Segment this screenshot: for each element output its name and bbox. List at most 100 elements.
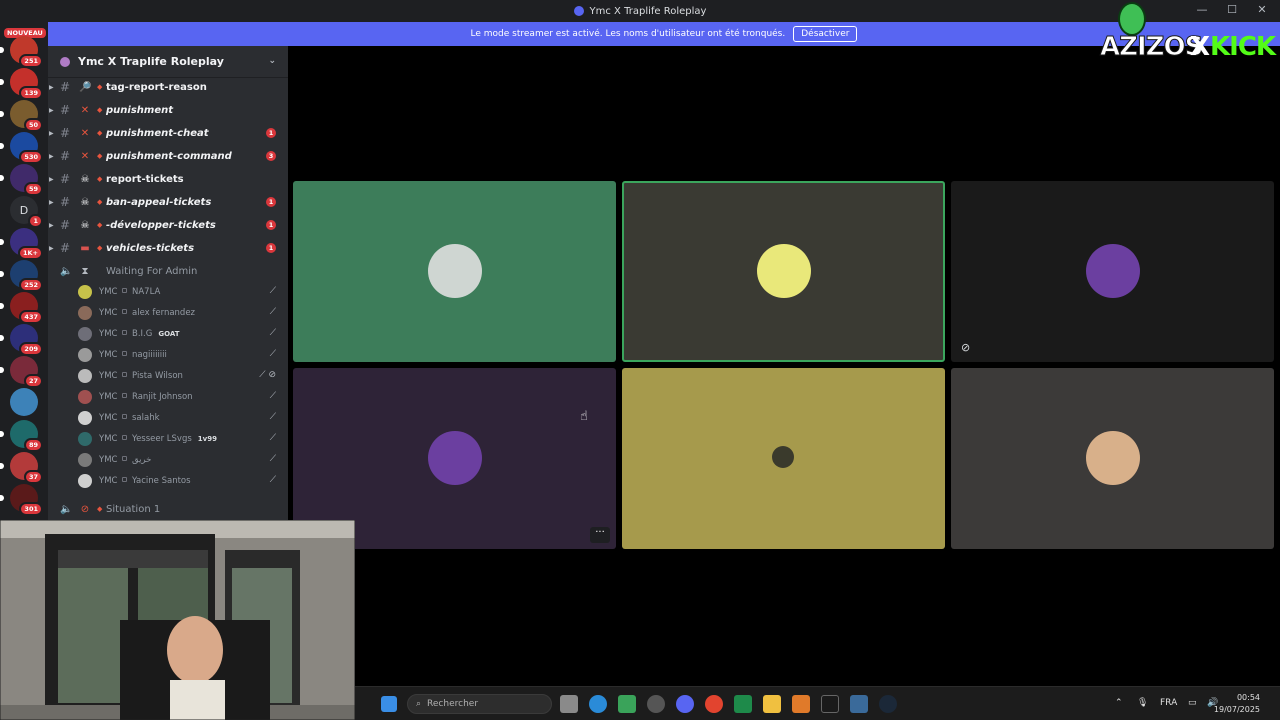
windows-start-icon[interactable] bbox=[381, 696, 397, 712]
mic-muted-icon: ⟋ bbox=[269, 328, 276, 338]
channel-item[interactable]: ▶ # ✕ ◆ punishment bbox=[48, 99, 288, 121]
discord-app: Ymc X Traplife Roleplay — ☐ ✕ Le mode st… bbox=[0, 0, 1280, 720]
participant-tile[interactable] bbox=[951, 368, 1274, 549]
store-icon[interactable] bbox=[618, 695, 636, 713]
channel-sidebar: Ymc X Traplife Roleplay ⌄ ▶ # 🔎 ◆ tag-repo… bbox=[48, 46, 288, 520]
clock[interactable]: 00:54 19/07/2025 bbox=[1214, 692, 1260, 716]
chevron-up-icon[interactable]: ⌃ bbox=[1115, 698, 1123, 708]
avatar bbox=[78, 390, 92, 404]
server-icon[interactable]: 251 bbox=[0, 36, 43, 68]
avatar bbox=[757, 244, 811, 298]
server-icon[interactable]: 139 bbox=[0, 68, 43, 100]
title-bar: Ymc X Traplife Roleplay — ☐ ✕ bbox=[0, 0, 1280, 22]
deafened-icon: ⟋ ⊘ bbox=[259, 370, 276, 380]
discord-taskbar-icon[interactable] bbox=[676, 695, 694, 713]
disable-streamer-mode-button[interactable]: Désactiver bbox=[793, 26, 858, 42]
voice-member[interactable]: YMC salahk ⟋ bbox=[48, 407, 288, 428]
channel-item[interactable]: ▶ # ✕ ◆ punishment-command 3 bbox=[48, 145, 288, 167]
hourglass-icon: ⧗ bbox=[81, 265, 89, 277]
participant-tile[interactable]: ⊘ bbox=[951, 181, 1274, 362]
guild-header[interactable]: Ymc X Traplife Roleplay ⌄ bbox=[48, 46, 288, 78]
server-icon[interactable]: 530 bbox=[0, 132, 43, 164]
voice-member[interactable]: YMC nagiiiiiiii ⟋ bbox=[48, 344, 288, 365]
avatar bbox=[78, 369, 92, 383]
goat-badge: GOAT bbox=[158, 330, 180, 338]
voice-member[interactable]: YMC B.I.G GOAT ⟋ bbox=[48, 323, 288, 344]
more-options-button[interactable]: ··· bbox=[590, 527, 610, 543]
search-placeholder: Rechercher bbox=[427, 699, 479, 709]
participant-tile-speaking[interactable] bbox=[622, 181, 945, 362]
settings-app-icon[interactable] bbox=[647, 695, 665, 713]
mic-muted-icon: ⟋ bbox=[269, 433, 276, 443]
server-icon[interactable] bbox=[10, 388, 38, 416]
server-icon[interactable]: 59 bbox=[0, 164, 43, 196]
windows-taskbar: ⌕ Rechercher ⌃ 🎙 FRA ▭ 🔊 00:54 19/07/202… bbox=[355, 686, 1280, 720]
avatar bbox=[78, 306, 92, 320]
server-icon[interactable]: 301 bbox=[0, 484, 43, 516]
file-explorer-icon[interactable] bbox=[763, 695, 781, 713]
guild-name: Ymc X Traplife Roleplay bbox=[78, 55, 224, 68]
app-icon[interactable] bbox=[734, 695, 752, 713]
server-icon[interactable]: 89 bbox=[0, 420, 43, 452]
logo-text-left: AZIZOS bbox=[1099, 32, 1203, 63]
channel-item[interactable]: ▶ # 🔎 ◆ tag-report-reason bbox=[48, 76, 288, 98]
unread-badge: 1 bbox=[266, 197, 276, 207]
participant-tile[interactable] bbox=[293, 181, 616, 362]
avatar bbox=[772, 446, 794, 468]
language-indicator[interactable]: FRA bbox=[1160, 698, 1177, 708]
speaker-icon: 🔈 bbox=[60, 265, 73, 277]
app-icon[interactable] bbox=[821, 695, 839, 713]
server-icon[interactable]: 209 bbox=[0, 324, 43, 356]
voice-channel[interactable]: 🔈 ⧗ Waiting For Admin bbox=[48, 260, 288, 282]
search-icon: ⌕ bbox=[416, 699, 422, 709]
avatar bbox=[78, 348, 92, 362]
network-icon[interactable]: ▭ bbox=[1188, 698, 1197, 708]
cross-icon: ✕ bbox=[80, 150, 90, 162]
server-icon[interactable]: 437 bbox=[0, 292, 43, 324]
mic-muted-icon: ⟋ bbox=[269, 349, 276, 359]
mic-muted-icon: ⟋ bbox=[269, 391, 276, 401]
server-icon[interactable]: 27 bbox=[0, 356, 43, 388]
steam-icon[interactable] bbox=[879, 695, 897, 713]
skull-icon: ☠ bbox=[80, 219, 90, 231]
voice-member[interactable]: YMC Yesseer LSvgs 1v99 ⟋ bbox=[48, 428, 288, 449]
edge-icon[interactable] bbox=[589, 695, 607, 713]
channel-item[interactable]: ▶ # ☠ ◆ ban-appeal-tickets 1 bbox=[48, 191, 288, 213]
task-view-icon[interactable] bbox=[560, 695, 578, 713]
server-icon[interactable]: 252 bbox=[0, 260, 43, 292]
app-icon[interactable] bbox=[792, 695, 810, 713]
avatar bbox=[1086, 244, 1140, 298]
voice-member[interactable]: YMC Pista Wilson ⟋ ⊘ bbox=[48, 365, 288, 386]
voice-member[interactable]: YMC NA7LA ⟋ bbox=[48, 281, 288, 302]
kick-overlay-logo: AZIZOS X KICK bbox=[1098, 2, 1280, 68]
mic-muted-icon: ⟋ bbox=[269, 286, 276, 296]
voice-member[interactable]: YMC Ranjit Johnson ⟋ bbox=[48, 386, 288, 407]
logo-text-x: X bbox=[1190, 32, 1210, 62]
server-icon[interactable]: 1K+ bbox=[0, 228, 43, 260]
voice-grid: ⊘ ··· bbox=[288, 46, 1280, 686]
mic-muted-icon: ⟋ bbox=[269, 307, 276, 317]
participant-tile[interactable] bbox=[622, 368, 945, 549]
avatar bbox=[78, 411, 92, 425]
magnifier-icon: 🔎 bbox=[79, 81, 92, 93]
streamer-mode-banner: Le mode streamer est activé. Les noms d'… bbox=[48, 22, 1280, 46]
channel-item[interactable]: ▶ # ☠ ◆ -développer-tickets 1 bbox=[48, 214, 288, 236]
taskbar-search[interactable]: ⌕ Rechercher bbox=[407, 694, 552, 714]
app-icon[interactable] bbox=[850, 695, 868, 713]
voice-member[interactable]: YMC Yacine Santos ⟋ bbox=[48, 470, 288, 491]
server-icon[interactable]: D1 bbox=[10, 196, 43, 228]
avatar bbox=[78, 327, 92, 341]
channel-item[interactable]: ▶ # ▬ ◆ vehicles-tickets 1 bbox=[48, 237, 288, 259]
server-icon[interactable]: 37 bbox=[0, 452, 43, 484]
server-icon[interactable]: 50 bbox=[0, 100, 43, 132]
chevron-down-icon[interactable]: ⌄ bbox=[268, 56, 276, 66]
voice-member[interactable]: YMC خريق ⟋ bbox=[48, 449, 288, 470]
cross-icon: ✕ bbox=[80, 104, 90, 116]
channel-item[interactable]: ▶ # ✕ ◆ punishment-cheat 1 bbox=[48, 122, 288, 144]
voice-channel[interactable]: 🔈 ⊘ ◆ Situation 1 bbox=[48, 498, 288, 520]
voice-member[interactable]: YMC alex fernandez ⟋ bbox=[48, 302, 288, 323]
mic-icon[interactable]: 🎙 bbox=[1137, 698, 1148, 708]
deafened-icon: ⊘ bbox=[961, 341, 971, 354]
channel-item[interactable]: ▶ # ☠ ◆ report-tickets bbox=[48, 168, 288, 190]
chrome-icon[interactable] bbox=[705, 695, 723, 713]
